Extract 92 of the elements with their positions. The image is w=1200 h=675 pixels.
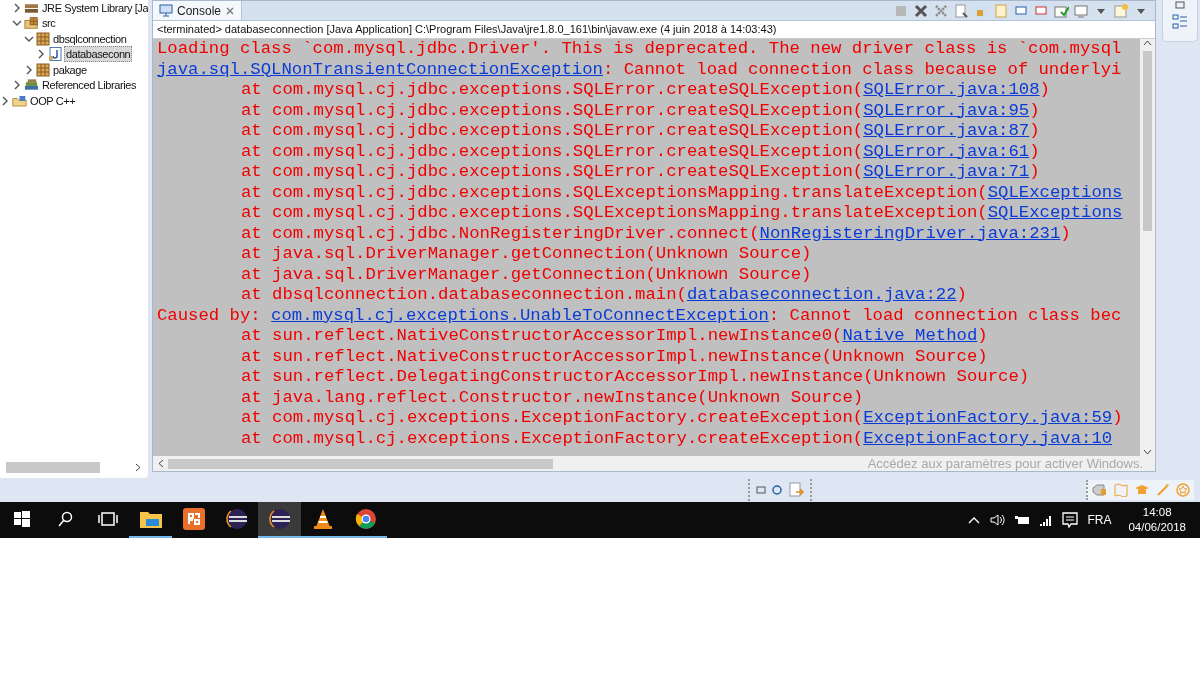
horizontal-scrollbar[interactable]	[153, 456, 1155, 471]
console-text: )	[977, 326, 988, 345]
scroll-left-icon	[157, 459, 165, 468]
console-text: at com.mysql.cj.jdbc.exceptions.SQLError.createSQLException(	[241, 141, 864, 161]
tree-item[interactable]: dbsqlconnection	[52, 31, 128, 46]
source-link[interactable]: ExceptionFactory.java:59	[863, 408, 1113, 427]
source-link[interactable]: databaseconnection.java:22	[686, 285, 957, 304]
outline-icon[interactable]	[1172, 14, 1188, 30]
console-text: )	[1039, 80, 1050, 99]
restore-icon[interactable]	[756, 486, 766, 494]
console-text: )	[1029, 121, 1040, 140]
console-text: Caused by:	[157, 305, 262, 325]
source-link[interactable]: SQLError.java:71	[863, 162, 1030, 181]
console-text: at com.mysql.cj.jdbc.exceptions.SQLError.createSQLException(	[241, 121, 864, 140]
console-text: : Cannot load connection class because of underlyi	[602, 59, 1122, 79]
console-text: )	[956, 285, 967, 304]
console-text: at com.mysql.cj.jdbc.exceptions.SQLExceptionsMapping.translateException(	[241, 182, 988, 202]
tree-item[interactable]: pakage	[52, 62, 88, 77]
package-icon	[36, 31, 50, 46]
monitor-icon	[159, 4, 173, 17]
tree-item[interactable]: OOP C++	[29, 93, 77, 108]
console-text: at com.mysql.cj.jdbc.exceptions.SQLError.createSQLException(	[241, 80, 864, 99]
console-text: at sun.reflect.DelegatingConstructorAccessorImpl.newInstance(Unknown Source)	[241, 367, 1030, 386]
console-text: : Cannot load connection class bec	[768, 305, 1122, 325]
remove-all-icon[interactable]	[933, 2, 949, 19]
console-text: )	[1029, 100, 1040, 120]
taskbar-app[interactable]	[258, 502, 301, 538]
console-text: at java.sql.DriverManager.getConnection(Unknown Source)	[241, 264, 812, 284]
console-text: at dbsqlconnection.databaseconnection.main(	[241, 285, 687, 304]
input-language[interactable]: FRA	[1087, 513, 1112, 527]
source-link[interactable]: Native Method	[842, 326, 978, 345]
display-console-icon[interactable]	[1033, 2, 1049, 19]
console-text: Loading class `com.mysql.jdbc.Driver'. This is deprecated. The new driver class is `com.mysql	[157, 39, 1122, 58]
console-text: at com.mysql.cj.jdbc.exceptions.SQLError.createSQLException(	[241, 162, 864, 181]
source-link[interactable]: com.mysql.cj.exceptions.UnableToConnectException	[271, 305, 769, 325]
task-view-icon	[97, 511, 118, 527]
console-text: )	[1060, 223, 1071, 243]
scroll-right-icon	[134, 462, 142, 472]
windows-icon	[13, 511, 30, 527]
source-link[interactable]: ExceptionFactory.java:10	[863, 428, 1113, 448]
activation-notice: Accédez aux paramètres pour activer Windows.	[867, 456, 1143, 471]
package-folder-icon	[24, 16, 39, 31]
console-text: )	[1029, 141, 1040, 161]
console-tab[interactable]: Console	[153, 1, 243, 20]
source-link[interactable]: SQLError.java:95	[863, 100, 1030, 120]
source-link[interactable]: SQLError.java:108	[863, 80, 1040, 99]
search-icon	[56, 511, 73, 527]
tree-item[interactable]: Referenced Libraries	[41, 78, 138, 93]
source-link[interactable]: SQLExceptions	[987, 203, 1123, 222]
console-text: at com.mysql.cj.exceptions.ExceptionFactory.createException(	[241, 408, 864, 427]
books-icon	[24, 78, 39, 93]
star-badge-icon[interactable]	[1176, 483, 1190, 497]
source-link[interactable]: SQLError.java:61	[863, 141, 1030, 161]
notification-icon[interactable]	[1062, 512, 1079, 528]
clock-time[interactable]: 14:08	[1142, 505, 1172, 520]
declaration-icon[interactable]	[788, 482, 804, 498]
source-link[interactable]: SQLError.java:87	[863, 121, 1030, 140]
java-file-icon	[48, 47, 62, 62]
folder-icon	[138, 509, 163, 529]
console-text: at com.mysql.cj.jdbc.NonRegisteringDriver.connect(	[241, 223, 760, 243]
vertical-scrollbar[interactable]	[1140, 39, 1155, 456]
clock-date[interactable]: 04/06/2018	[1128, 520, 1186, 535]
scroll-down-icon	[1143, 448, 1152, 456]
battery-icon[interactable]	[1014, 514, 1031, 526]
tree-item[interactable]: JRE System Library [Ja	[41, 0, 148, 15]
tree-item[interactable]: src	[41, 16, 57, 31]
package-icon	[36, 62, 50, 77]
restore-icon[interactable]	[1174, 1, 1186, 9]
signal-icon[interactable]	[1039, 514, 1054, 526]
tree-item[interactable]: databaseconn	[64, 46, 133, 63]
pin-console-icon[interactable]	[1013, 2, 1029, 19]
source-link[interactable]: java.sql.SQLNonTransientConnectionException	[157, 59, 603, 79]
console-text: at sun.reflect.NativeConstructorAccessorImpl.newInstance(Unknown Source)	[241, 346, 988, 366]
console-text: at com.mysql.cj.exceptions.ExceptionFactory.createException(	[241, 428, 864, 448]
console-text: at com.mysql.cj.jdbc.exceptions.SQLExceptionsMapping.translateException(	[241, 203, 988, 222]
console-text: at java.sql.DriverManager.getConnection(Unknown Source)	[241, 244, 812, 263]
clear-console-icon[interactable]	[953, 2, 969, 19]
console-text: )	[1112, 408, 1123, 427]
scroll-up-icon	[1143, 39, 1152, 47]
browser-icon	[354, 508, 377, 530]
remove-launch-icon[interactable]	[913, 2, 929, 19]
source-link[interactable]: NonRegisteringDriver.java:231	[759, 223, 1061, 243]
chevron-up-icon[interactable]	[968, 516, 981, 524]
source-link[interactable]: SQLExceptions	[987, 182, 1123, 202]
traffic-cone-icon	[311, 508, 334, 530]
console-text: at sun.reflect.NativeConstructorAccessorImpl.newInstance0(	[241, 326, 843, 345]
close-icon[interactable]	[225, 5, 236, 16]
console-text: at com.mysql.cj.jdbc.exceptions.SQLError.createSQLException(	[241, 100, 864, 120]
console-text: at java.lang.reflect.Constructor.newInstance(Unknown Source)	[241, 387, 864, 407]
console-text: )	[1029, 162, 1040, 181]
project-folder-icon	[12, 93, 27, 108]
speaker-icon[interactable]	[989, 513, 1006, 527]
